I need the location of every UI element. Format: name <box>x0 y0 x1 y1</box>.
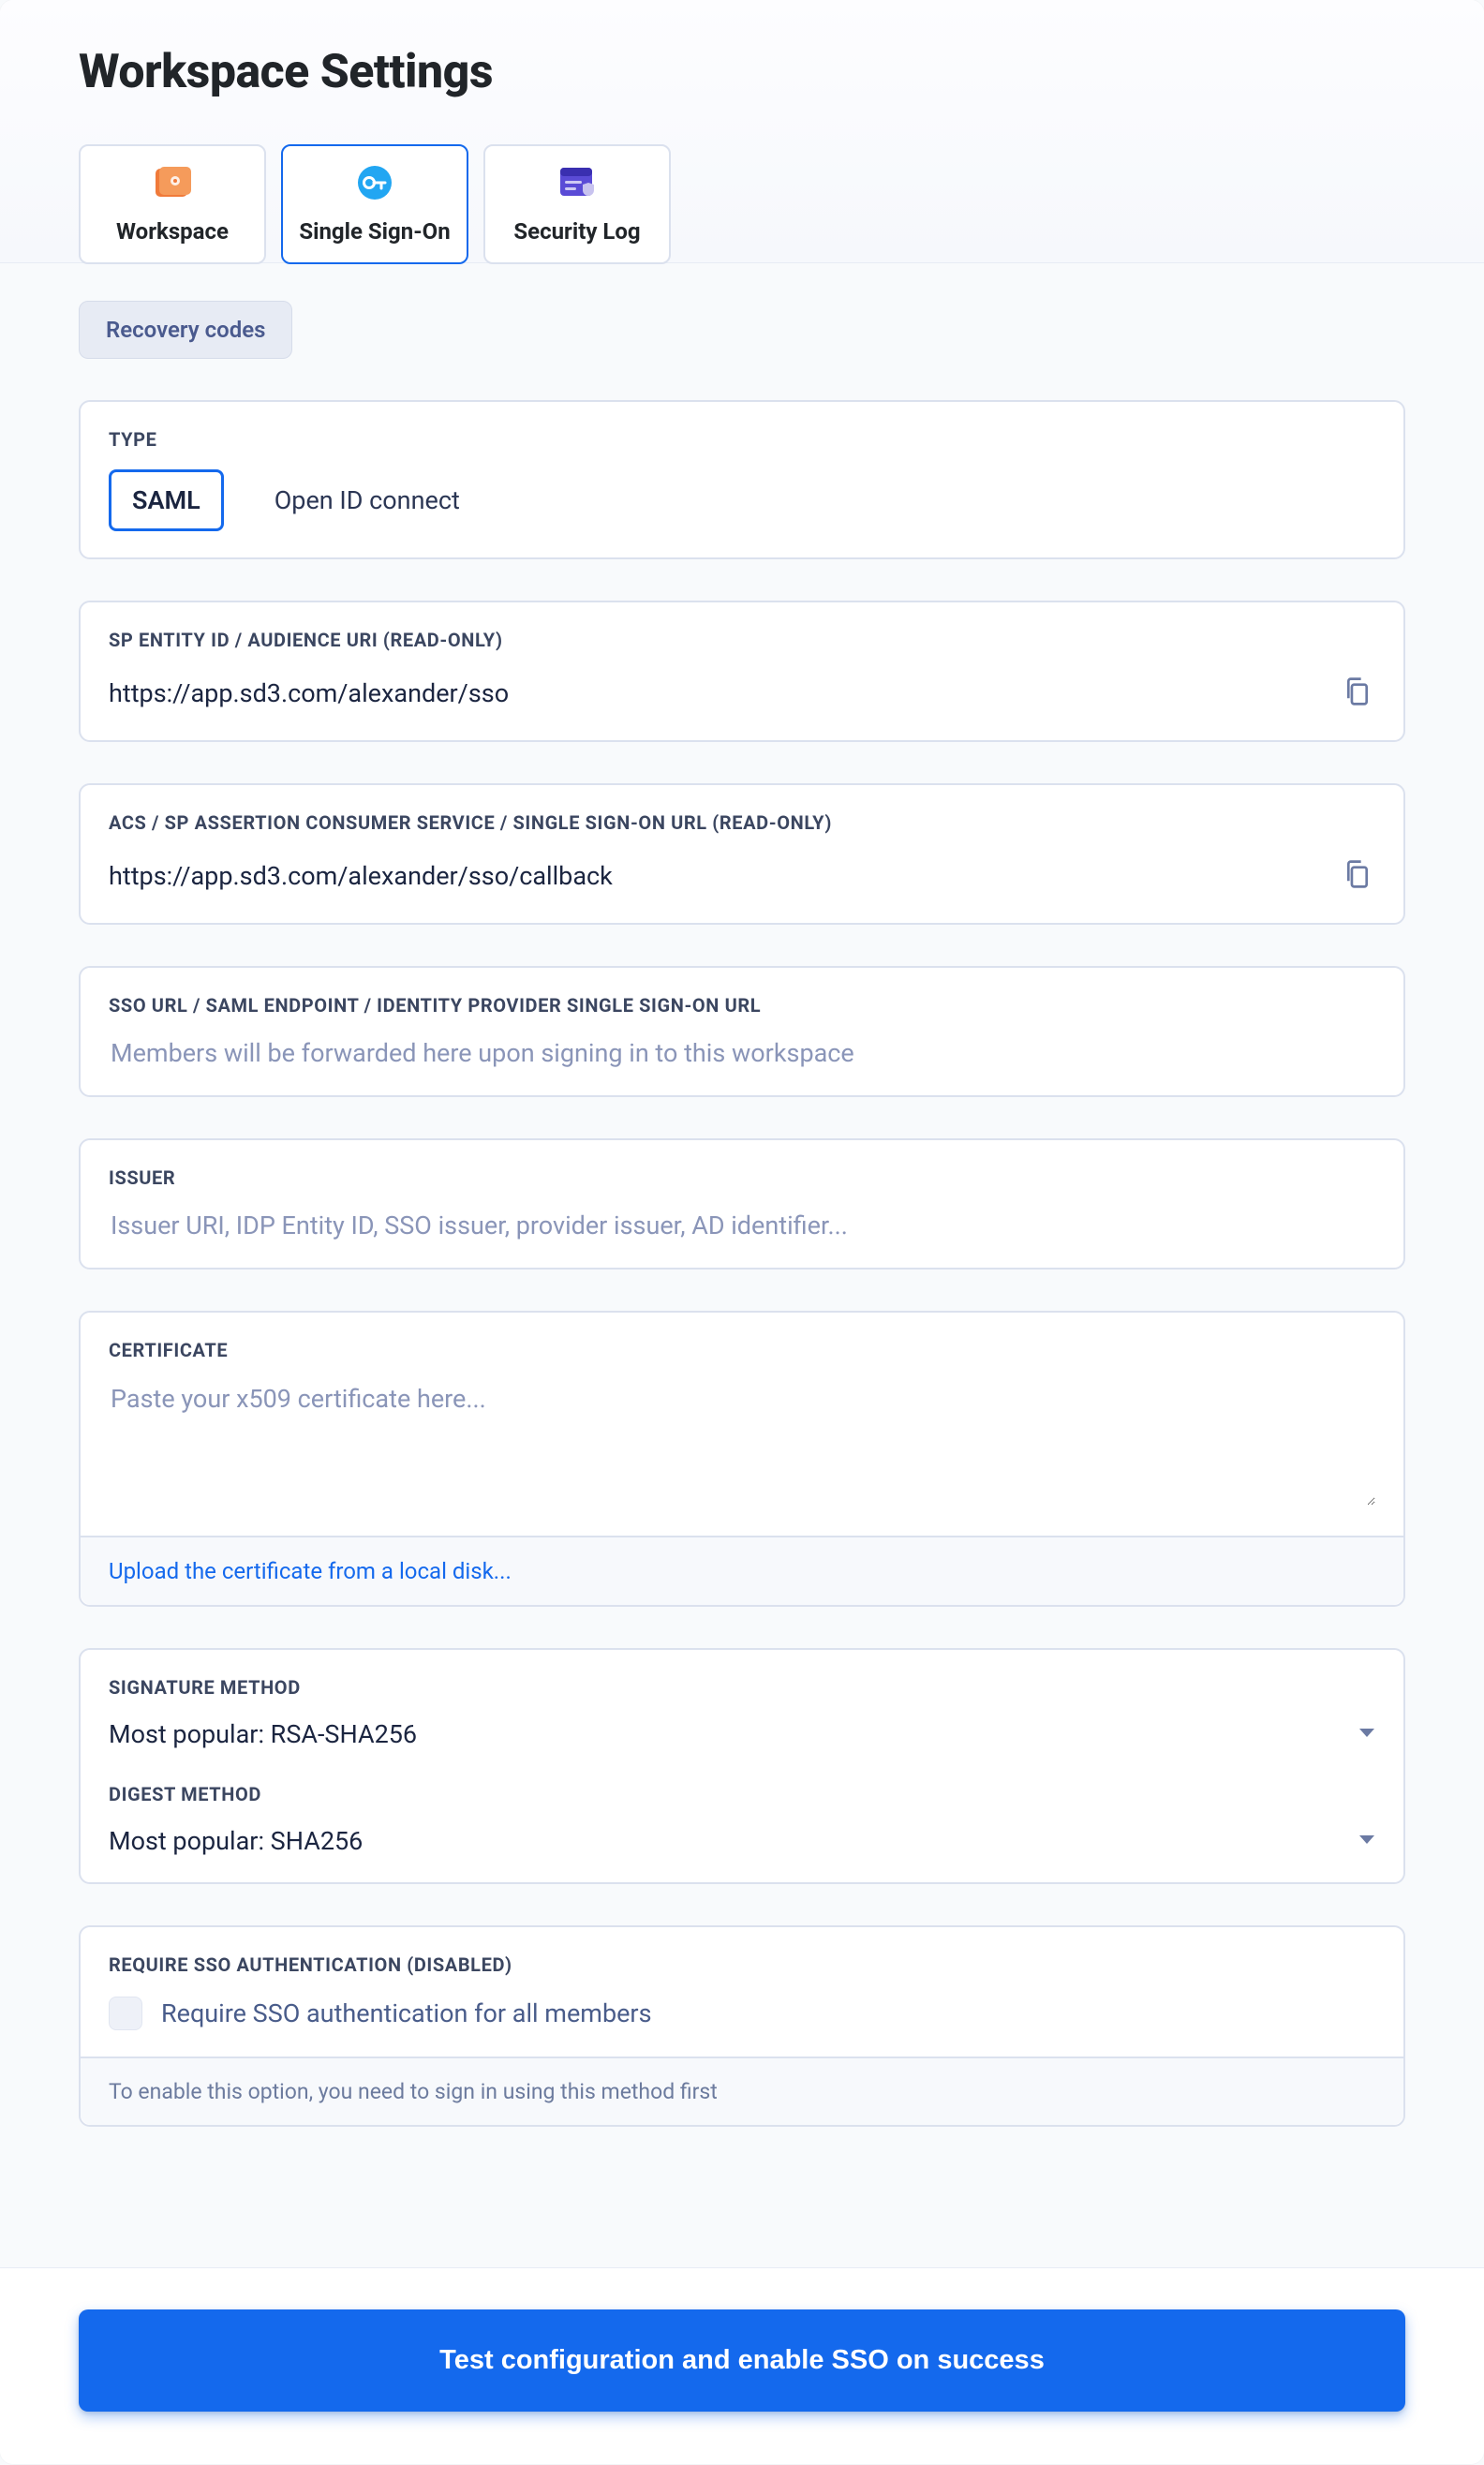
type-label: TYPE <box>109 428 156 451</box>
test-and-enable-button[interactable]: Test configuration and enable SSO on suc… <box>79 2309 1405 2412</box>
digest-method-select[interactable]: Most popular: SHA256 <box>109 1826 1375 1856</box>
issuer-card: ISSUER <box>79 1138 1405 1270</box>
recovery-codes-button[interactable]: Recovery codes <box>79 301 292 359</box>
copy-acs-button[interactable] <box>1340 854 1375 897</box>
acs-label: ACS / SP ASSERTION CONSUMER SERVICE / SI… <box>109 811 1375 834</box>
acs-card: ACS / SP ASSERTION CONSUMER SERVICE / SI… <box>79 783 1405 925</box>
acs-value: https://app.sd3.com/alexander/sso/callba… <box>109 861 613 891</box>
certificate-textarea[interactable] <box>109 1382 1375 1506</box>
issuer-input[interactable] <box>109 1210 1375 1241</box>
chevron-down-icon <box>1358 1726 1375 1744</box>
certificate-card: CERTIFICATE Upload the certificate from … <box>79 1311 1405 1607</box>
upload-certificate-link[interactable]: Upload the certificate from a local disk… <box>109 1558 512 1584</box>
require-sso-checkbox-label: Require SSO authentication for all membe… <box>161 1998 652 2028</box>
require-sso-label: REQUIRE SSO AUTHENTICATION (DISABLED) <box>109 1953 1375 1976</box>
sso-url-card: SSO URL / SAML ENDPOINT / IDENTITY PROVI… <box>79 966 1405 1097</box>
workspace-icon <box>154 164 191 201</box>
tab-workspace[interactable]: Workspace <box>79 144 266 264</box>
digest-method-label: DIGEST METHOD <box>109 1783 1375 1805</box>
tab-workspace-label: Workspace <box>116 218 229 245</box>
sso-url-label: SSO URL / SAML ENDPOINT / IDENTITY PROVI… <box>109 994 1375 1017</box>
type-card: TYPE SAML Open ID connect <box>79 400 1405 559</box>
signature-method-select[interactable]: Most popular: RSA-SHA256 <box>109 1719 1375 1749</box>
digest-method-value: Most popular: SHA256 <box>109 1826 363 1856</box>
signature-method-label: SIGNATURE METHOD <box>109 1676 1375 1699</box>
type-option-openid[interactable]: Open ID connect <box>254 472 481 528</box>
chevron-down-icon <box>1358 1833 1375 1850</box>
sp-entity-value: https://app.sd3.com/alexander/sso <box>109 678 509 708</box>
tab-row: Workspace Single Sign-On Security Log <box>79 144 1405 262</box>
require-sso-card: REQUIRE SSO AUTHENTICATION (DISABLED) Re… <box>79 1925 1405 2127</box>
tab-single-sign-on[interactable]: Single Sign-On <box>281 144 468 264</box>
sso-url-input[interactable] <box>109 1037 1375 1069</box>
tab-security-log-label: Security Log <box>513 218 640 245</box>
require-sso-checkbox[interactable] <box>109 1997 142 2030</box>
copy-icon <box>1343 879 1372 893</box>
signature-method-value: Most popular: RSA-SHA256 <box>109 1719 417 1749</box>
security-log-icon <box>558 164 596 201</box>
action-bar: Test configuration and enable SSO on suc… <box>0 2267 1484 2464</box>
require-sso-hint: To enable this option, you need to sign … <box>109 2079 718 2104</box>
methods-card: SIGNATURE METHOD Most popular: RSA-SHA25… <box>79 1648 1405 1884</box>
page-title: Workspace Settings <box>79 45 1405 99</box>
tab-security-log[interactable]: Security Log <box>483 144 671 264</box>
type-option-saml[interactable]: SAML <box>109 469 224 531</box>
issuer-label: ISSUER <box>109 1166 1375 1189</box>
sp-entity-card: SP ENTITY ID / AUDIENCE URI (READ-ONLY) … <box>79 601 1405 742</box>
copy-sp-entity-button[interactable] <box>1340 672 1375 714</box>
certificate-label: CERTIFICATE <box>109 1339 1375 1361</box>
tab-sso-label: Single Sign-On <box>299 218 450 245</box>
key-icon <box>356 164 393 201</box>
sp-entity-label: SP ENTITY ID / AUDIENCE URI (READ-ONLY) <box>109 629 1375 651</box>
copy-icon <box>1343 696 1372 710</box>
